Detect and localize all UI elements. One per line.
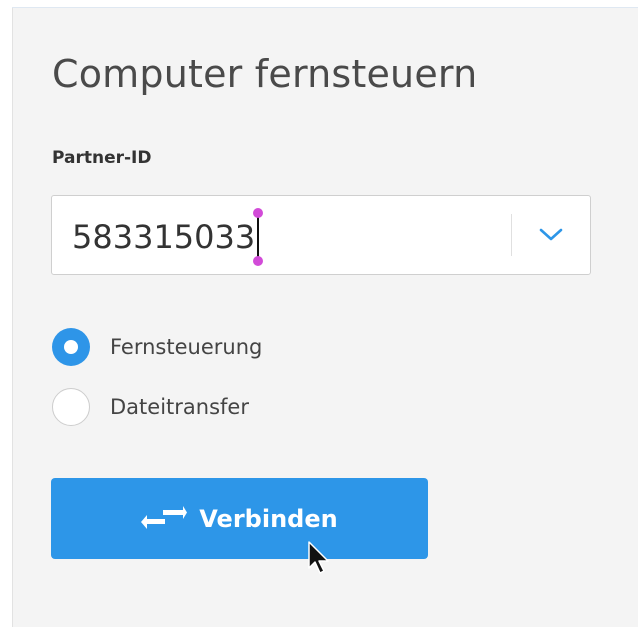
partner-id-dropdown-button[interactable] [512, 196, 590, 274]
radio-option-fernsteuerung[interactable]: Fernsteuerung [52, 328, 262, 366]
connect-button-label: Verbinden [199, 504, 338, 533]
radio-button-unchecked[interactable] [52, 388, 90, 426]
partner-id-label: Partner-ID [52, 148, 152, 168]
partner-id-value: 583315033 [72, 218, 256, 256]
radio-option-dateitransfer[interactable]: Dateitransfer [52, 388, 249, 426]
radio-label-fernsteuerung: Fernsteuerung [110, 335, 263, 359]
panel-title: Computer fernsteuern [52, 52, 478, 96]
swap-arrows-icon [141, 505, 188, 532]
radio-button-checked[interactable] [52, 328, 90, 366]
radio-label-dateitransfer: Dateitransfer [110, 395, 249, 419]
connect-button[interactable]: Verbinden [51, 478, 428, 559]
selection-handle-top[interactable] [253, 208, 264, 218]
partner-id-input[interactable]: 583315033 [72, 208, 264, 266]
text-caret [253, 208, 264, 266]
chevron-down-icon [539, 228, 563, 241]
selection-handle-bottom[interactable] [253, 256, 264, 266]
partner-id-combobox[interactable]: 583315033 [51, 195, 591, 275]
